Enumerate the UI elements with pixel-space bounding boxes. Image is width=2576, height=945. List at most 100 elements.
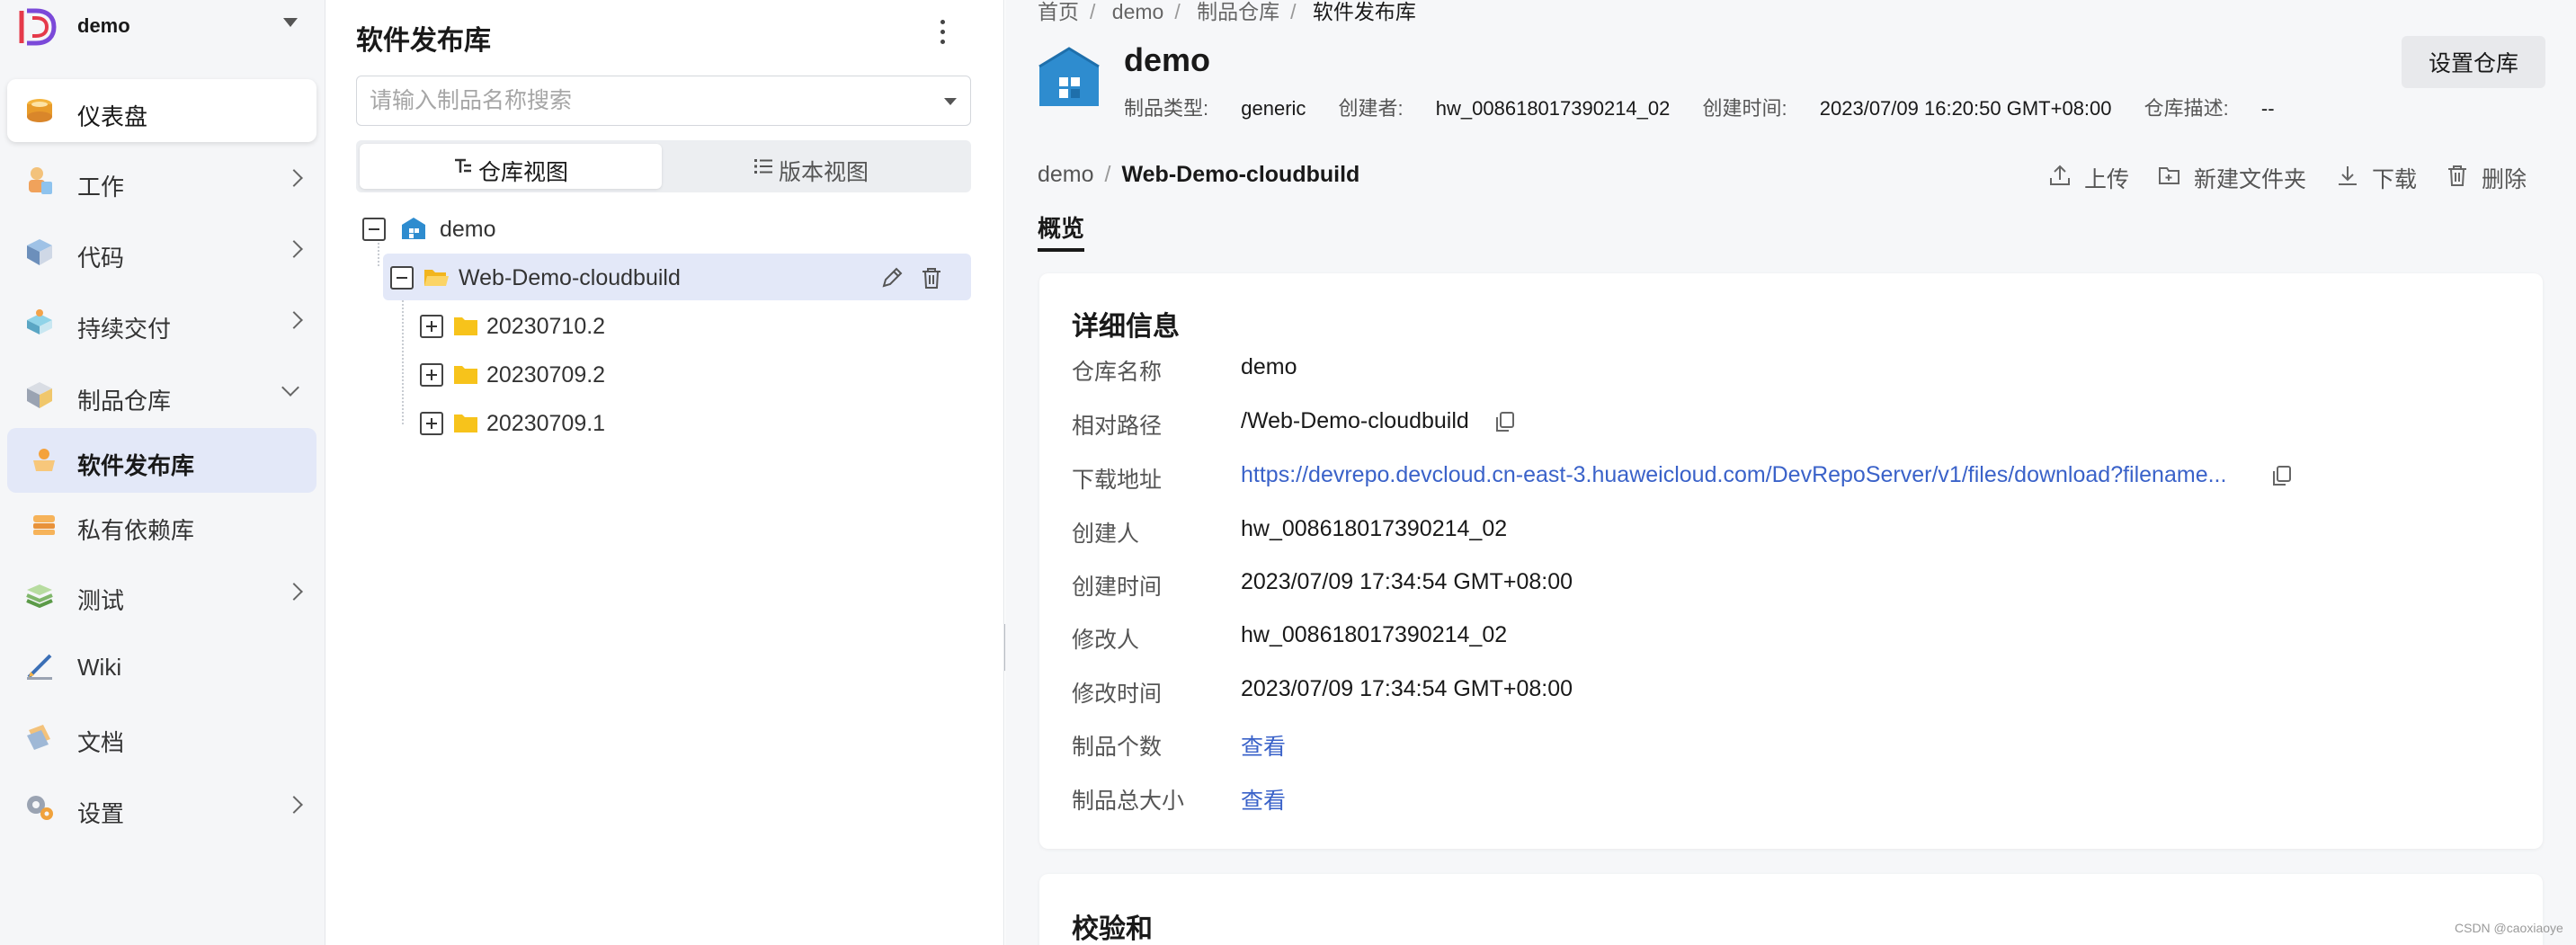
nav-item-wiki[interactable]: Wiki bbox=[7, 634, 316, 697]
folder-icon bbox=[454, 317, 477, 335]
detail-key: 修改人 bbox=[1072, 628, 1140, 653]
meta-key: 创建时间: bbox=[1702, 97, 1787, 120]
nav-label: 私有依赖库 bbox=[77, 517, 195, 544]
copy-icon[interactable] bbox=[1494, 410, 1516, 433]
details-card: 详细信息 仓库名称 demo 相对路径 /Web-Demo-cloudbuild… bbox=[1039, 273, 2543, 849]
nav-item-code[interactable]: 代码 bbox=[7, 220, 316, 283]
view-total-size-link[interactable]: 查看 bbox=[1241, 783, 1286, 816]
detail-key: 创建人 bbox=[1072, 522, 1140, 547]
tree-node-folder[interactable]: 20230709.1 bbox=[420, 399, 959, 446]
main-content: 首页 / demo / 制品仓库 / 软件发布库 demo 制品类型: generic… bbox=[1005, 0, 2576, 945]
more-vertical-icon[interactable] bbox=[938, 20, 947, 49]
path-root[interactable]: demo bbox=[1038, 162, 1094, 187]
expand-icon[interactable] bbox=[420, 363, 443, 387]
tab-version-view[interactable]: 版本视图 bbox=[665, 144, 967, 189]
tree-node-repo[interactable]: demo bbox=[362, 205, 956, 252]
tree-node-label: 20230710.2 bbox=[486, 314, 606, 339]
detail-key: 制品个数 bbox=[1072, 735, 1163, 760]
detail-row-artifact-count: 制品个数 查看 bbox=[1072, 724, 2510, 760]
devcloud-logo-icon bbox=[19, 8, 57, 46]
settings-icon bbox=[27, 796, 53, 820]
tree-guide-line bbox=[402, 290, 404, 424]
view-artifact-count-link[interactable]: 查看 bbox=[1241, 729, 1286, 762]
upload-icon bbox=[2050, 165, 2070, 185]
nav-item-private-dependency-repo[interactable]: 私有依赖库 bbox=[7, 493, 316, 557]
nav-label: 制品仓库 bbox=[77, 388, 172, 415]
detail-value: demo bbox=[1241, 354, 1297, 379]
expand-icon[interactable] bbox=[420, 412, 443, 435]
meta-key: 制品类型: bbox=[1124, 97, 1209, 120]
expand-icon[interactable] bbox=[420, 315, 443, 338]
edit-icon[interactable] bbox=[879, 265, 905, 290]
tree-node-label: 20230709.1 bbox=[486, 411, 606, 436]
nav-item-work[interactable]: 工作 bbox=[7, 149, 316, 212]
project-name: demo bbox=[77, 14, 130, 37]
action-label: 新建文件夹 bbox=[2194, 167, 2307, 192]
detail-value: 2023/07/09 17:34:54 GMT+08:00 bbox=[1241, 569, 1573, 594]
detail-row-download-url: 下载地址 https://devrepo.devcloud.cn-east-3.… bbox=[1072, 457, 2510, 493]
delete-icon[interactable] bbox=[919, 265, 944, 290]
chevron-down-icon bbox=[281, 379, 299, 397]
breadcrumb: 首页 / demo / 制品仓库 / 软件发布库 bbox=[1038, 0, 1416, 23]
nav-item-dashboard[interactable]: 仪表盘 bbox=[7, 79, 316, 142]
tree-node-folder[interactable]: 20230710.2 bbox=[420, 302, 959, 349]
artifact-search[interactable] bbox=[356, 76, 971, 126]
download-url-link[interactable]: https://devrepo.devcloud.cn-east-3.huawe… bbox=[1241, 462, 2226, 488]
collapse-icon[interactable] bbox=[390, 266, 414, 290]
tab-label: 仓库视图 bbox=[478, 160, 569, 185]
caret-down-icon[interactable] bbox=[944, 98, 957, 105]
card-title: 校验和 bbox=[1072, 914, 1153, 944]
meta-value: 2023/07/09 16:20:50 GMT+08:00 bbox=[1819, 97, 2112, 120]
project-switcher[interactable]: demo bbox=[0, 0, 325, 54]
nav-item-software-release-repo[interactable]: 软件发布库 bbox=[7, 428, 316, 493]
breadcrumb-project[interactable]: demo bbox=[1112, 0, 1164, 23]
breadcrumb-artifact-repo[interactable]: 制品仓库 bbox=[1197, 0, 1279, 23]
detail-key: 下载地址 bbox=[1072, 468, 1163, 493]
nav-label: 代码 bbox=[77, 245, 125, 272]
detail-value: hw_008618017390214_02 bbox=[1241, 516, 1508, 541]
nav-label: 仪表盘 bbox=[77, 103, 148, 130]
tab-overview[interactable]: 概览 bbox=[1038, 210, 1084, 244]
tab-repo-view[interactable]: 仓库视图 bbox=[360, 144, 662, 189]
tree-node-label: Web-Demo-cloudbuild bbox=[459, 265, 681, 290]
detail-row-modifier: 修改人 hw_008618017390214_02 bbox=[1072, 617, 2510, 653]
breadcrumb-home[interactable]: 首页 bbox=[1038, 0, 1079, 23]
nav-item-continuous-delivery[interactable]: 持续交付 bbox=[7, 291, 316, 354]
docs-icon bbox=[27, 725, 50, 750]
setup-repo-button[interactable]: 设置仓库 bbox=[2402, 36, 2545, 88]
checksum-card: 校验和 bbox=[1039, 874, 2543, 945]
nav-item-artifact-repo[interactable]: 制品仓库 bbox=[7, 363, 316, 426]
left-navigation: demo 仪表盘 工作 代码 持续交付 制品仓库 软件发布库 私有依赖库 测试 … bbox=[0, 0, 325, 945]
folder-icon bbox=[454, 366, 477, 384]
nav-item-test[interactable]: 测试 bbox=[7, 563, 316, 626]
detail-row-repo-name: 仓库名称 demo bbox=[1072, 349, 2510, 385]
detail-row-relative-path: 相对路径 /Web-Demo-cloudbuild bbox=[1072, 403, 2510, 439]
tree-node-folder[interactable]: 20230709.2 bbox=[420, 351, 959, 397]
copy-icon[interactable] bbox=[2271, 464, 2293, 487]
nav-label: Wiki bbox=[77, 654, 122, 681]
list-icon bbox=[754, 159, 772, 174]
tree-node-selected-folder[interactable]: Web-Demo-cloudbuild bbox=[383, 254, 971, 300]
detail-key: 制品总大小 bbox=[1072, 789, 1185, 814]
meta-value: hw_008618017390214_02 bbox=[1435, 97, 1671, 120]
detail-value: hw_008618017390214_02 bbox=[1241, 622, 1508, 647]
active-tab-indicator bbox=[1038, 248, 1084, 252]
continuous-delivery-icon bbox=[27, 309, 52, 334]
meta-value: -- bbox=[2260, 97, 2275, 120]
collapse-icon[interactable] bbox=[362, 218, 386, 241]
nav-label: 软件发布库 bbox=[77, 452, 195, 479]
tree-node-label: 20230709.2 bbox=[486, 362, 606, 388]
detail-key: 修改时间 bbox=[1072, 682, 1163, 707]
nav-item-settings[interactable]: 设置 bbox=[7, 776, 316, 839]
nav-item-docs[interactable]: 文档 bbox=[7, 705, 316, 768]
chevron-right-icon bbox=[285, 169, 303, 187]
watermark: CSDN @caoxiaoye bbox=[2455, 921, 2563, 935]
download-icon bbox=[2339, 166, 2357, 185]
detail-key: 相对路径 bbox=[1072, 414, 1163, 439]
caret-down-icon[interactable] bbox=[283, 18, 298, 27]
repo-tree-panel: 软件发布库 仓库视图 版本视图 bbox=[326, 0, 1004, 945]
detail-value: 2023/07/09 17:34:54 GMT+08:00 bbox=[1241, 676, 1573, 701]
delete-icon bbox=[2448, 165, 2466, 186]
search-input[interactable] bbox=[370, 85, 909, 116]
detail-row-modified-at: 修改时间 2023/07/09 17:34:54 GMT+08:00 bbox=[1072, 671, 2510, 707]
